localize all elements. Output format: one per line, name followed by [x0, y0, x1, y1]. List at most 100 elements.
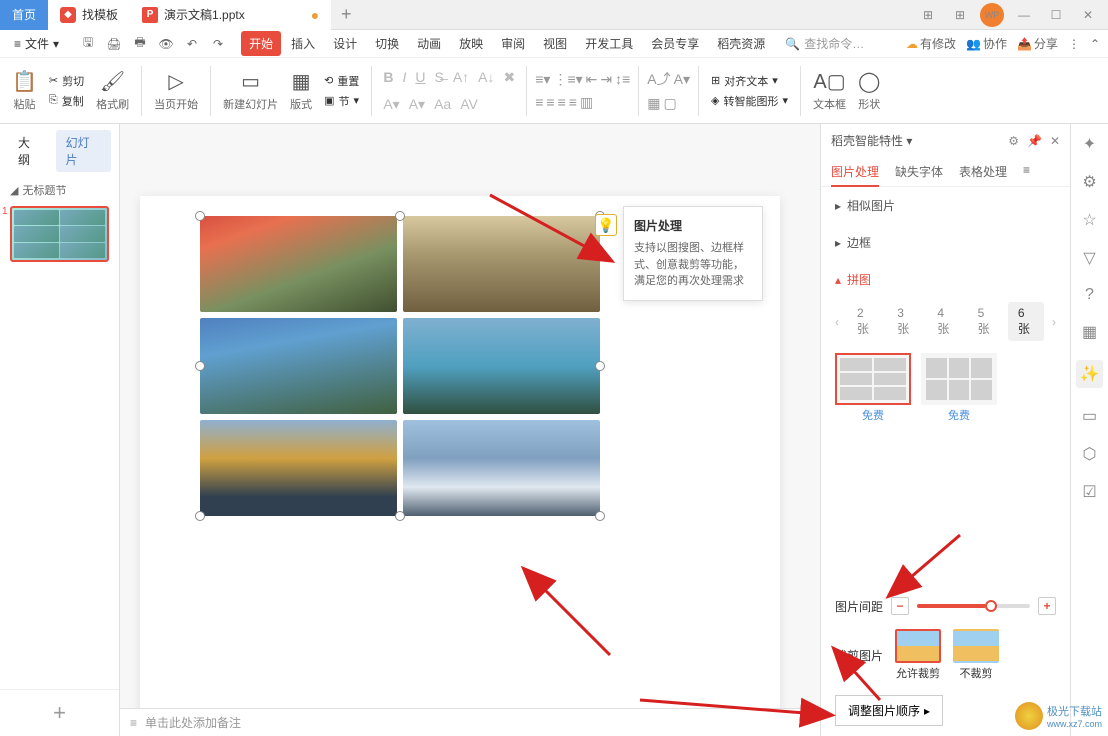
collage-image-2[interactable] [403, 216, 600, 312]
pin-icon[interactable]: 📌 [1027, 134, 1042, 148]
collage-image-5[interactable] [200, 420, 397, 516]
columns-button[interactable]: ▥ [580, 94, 593, 111]
paste-group[interactable]: 📋 粘贴 [8, 69, 41, 112]
ribbon-tab-start[interactable]: 开始 [241, 31, 281, 56]
font-color-button[interactable]: A▾ [406, 94, 428, 115]
ribbon-tab-slideshow[interactable]: 放映 [451, 31, 491, 56]
apps-icon[interactable]: ⊞ [948, 3, 972, 27]
clear-format-button[interactable]: ✖ [501, 67, 519, 88]
adjust-order-button[interactable]: 调整图片顺序 ▸ [835, 695, 943, 726]
layout-option-2[interactable]: 免费 [921, 353, 997, 423]
command-search[interactable]: 🔍 查找命令… [785, 35, 864, 52]
outline-tab[interactable]: 大纲 [8, 130, 52, 172]
ribbon-tab-view[interactable]: 视图 [535, 31, 575, 56]
slider-thumb[interactable] [985, 600, 997, 612]
convert-smart-button[interactable]: ◈ 转智能图形 ▾ [707, 92, 792, 110]
layout-option-1[interactable]: 免费 [835, 353, 911, 423]
collage-image-6[interactable] [403, 420, 600, 516]
strip-smart-icon[interactable]: ✨ [1076, 360, 1104, 388]
spacing-decrease[interactable]: − [891, 597, 909, 615]
redo-icon[interactable]: ↷ [207, 33, 229, 55]
file-menu[interactable]: ≡ 文件 ▾ [8, 35, 65, 52]
save-icon[interactable]: 🖫 [77, 33, 99, 55]
strike-button[interactable]: S̶ [431, 67, 446, 87]
layout-button[interactable]: ▦ 版式 [286, 69, 316, 112]
more-icon[interactable]: ⋮ [1068, 37, 1080, 51]
selection-handle[interactable] [195, 511, 205, 521]
italic-button[interactable]: I [399, 67, 409, 87]
align-text-button[interactable]: ⊞ 对齐文本 ▾ [707, 72, 792, 90]
indent-inc-button[interactable]: ⇥ [600, 71, 612, 88]
shapes-button[interactable]: ◯ 形状 [854, 69, 884, 112]
share-button[interactable]: 📤 分享 [1017, 35, 1058, 52]
new-tab-button[interactable]: + [331, 4, 361, 25]
highlight-button[interactable]: A▾ [380, 94, 402, 115]
slide-thumbnail-1[interactable] [10, 206, 109, 262]
strip-help-icon[interactable]: ? [1085, 286, 1094, 304]
count-5[interactable]: 5张 [968, 302, 1004, 341]
text-effects-button[interactable]: A▾ [674, 71, 690, 88]
close-button[interactable]: ✕ [1076, 3, 1100, 27]
save-as-icon[interactable]: 🖨 [103, 33, 125, 55]
section-similar-images[interactable]: ▸ 相似图片 [821, 187, 1070, 224]
add-slide-button[interactable]: + [0, 689, 119, 736]
ribbon-tab-transition[interactable]: 切换 [367, 31, 407, 56]
image-collage[interactable] [200, 216, 600, 516]
tab-table-processing[interactable]: 表格处理 [959, 157, 1007, 186]
layout-toggle-icon[interactable]: ⊞ [916, 3, 940, 27]
selection-handle[interactable] [395, 211, 405, 221]
tab-more[interactable]: ≡ [1023, 157, 1030, 186]
selection-handle[interactable] [595, 511, 605, 521]
strip-settings-icon[interactable]: ⚙ [1082, 172, 1096, 192]
new-slide-button[interactable]: ▭ 新建幻灯片 [219, 69, 282, 112]
collapse-ribbon-icon[interactable]: ⌃ [1090, 37, 1100, 51]
settings-icon[interactable]: ⚙ [1008, 134, 1019, 148]
bold-button[interactable]: B [380, 67, 396, 87]
tab-home[interactable]: 首页 [0, 0, 48, 30]
crop-allow-option[interactable]: 允许裁剪 [895, 629, 941, 681]
underline-button[interactable]: U [412, 67, 428, 87]
text-fill-button[interactable]: ▦ [647, 95, 660, 112]
font-shrink-button[interactable]: A↓ [475, 67, 497, 87]
ribbon-tab-devtools[interactable]: 开发工具 [577, 31, 641, 56]
selection-handle[interactable] [195, 211, 205, 221]
ribbon-tab-insert[interactable]: 插入 [283, 31, 323, 56]
undo-icon[interactable]: ↶ [181, 33, 203, 55]
strip-filter-icon[interactable]: ▽ [1083, 248, 1095, 268]
section-header[interactable]: ◢ 无标题节 [0, 178, 119, 202]
ribbon-tab-member[interactable]: 会员专享 [643, 31, 707, 56]
section-border[interactable]: ▸ 边框 [821, 224, 1070, 261]
crop-disallow-option[interactable]: 不裁剪 [953, 629, 999, 681]
strip-cube-icon[interactable]: ⬡ [1083, 444, 1097, 464]
selection-handle[interactable] [395, 511, 405, 521]
font-grow-button[interactable]: A↑ [450, 67, 472, 87]
strip-star-icon[interactable]: ☆ [1082, 210, 1096, 230]
smart-tag-button[interactable]: 💡 [595, 214, 617, 236]
textbox-button[interactable]: A▢ 文本框 [809, 69, 850, 112]
strip-media-icon[interactable]: ▦ [1082, 322, 1097, 342]
count-next[interactable]: › [1048, 315, 1060, 329]
char-spacing-button[interactable]: AV [457, 94, 481, 114]
count-4[interactable]: 4张 [927, 302, 963, 341]
notes-bar[interactable]: ≡ 单击此处添加备注 [120, 708, 820, 736]
maximize-button[interactable]: ☐ [1044, 3, 1068, 27]
count-3[interactable]: 3张 [887, 302, 923, 341]
ribbon-tab-review[interactable]: 审阅 [493, 31, 533, 56]
tab-document[interactable]: P 演示文稿1.pptx ● [130, 0, 331, 30]
tab-missing-fonts[interactable]: 缺失字体 [895, 157, 943, 186]
notes-placeholder[interactable]: 单击此处添加备注 [145, 714, 241, 731]
print-icon[interactable]: 🖶 [129, 33, 151, 55]
spacing-slider[interactable] [917, 604, 1030, 608]
count-2[interactable]: 2张 [847, 302, 883, 341]
copy-button[interactable]: ⎘ 复制 [45, 92, 88, 110]
ribbon-tab-design[interactable]: 设计 [325, 31, 365, 56]
reset-button[interactable]: ⟲ 重置 [320, 72, 363, 90]
align-left-button[interactable]: ≡ [535, 94, 543, 110]
align-right-button[interactable]: ≡ [558, 94, 566, 110]
panel-title[interactable]: 稻壳智能特性 ▾ [831, 132, 912, 149]
strip-preview-icon[interactable]: ▭ [1082, 406, 1097, 426]
collage-image-1[interactable] [200, 216, 397, 312]
collage-image-3[interactable] [200, 318, 397, 414]
align-center-button[interactable]: ≡ [546, 94, 554, 110]
ribbon-tab-docer[interactable]: 稻壳资源 [709, 31, 773, 56]
